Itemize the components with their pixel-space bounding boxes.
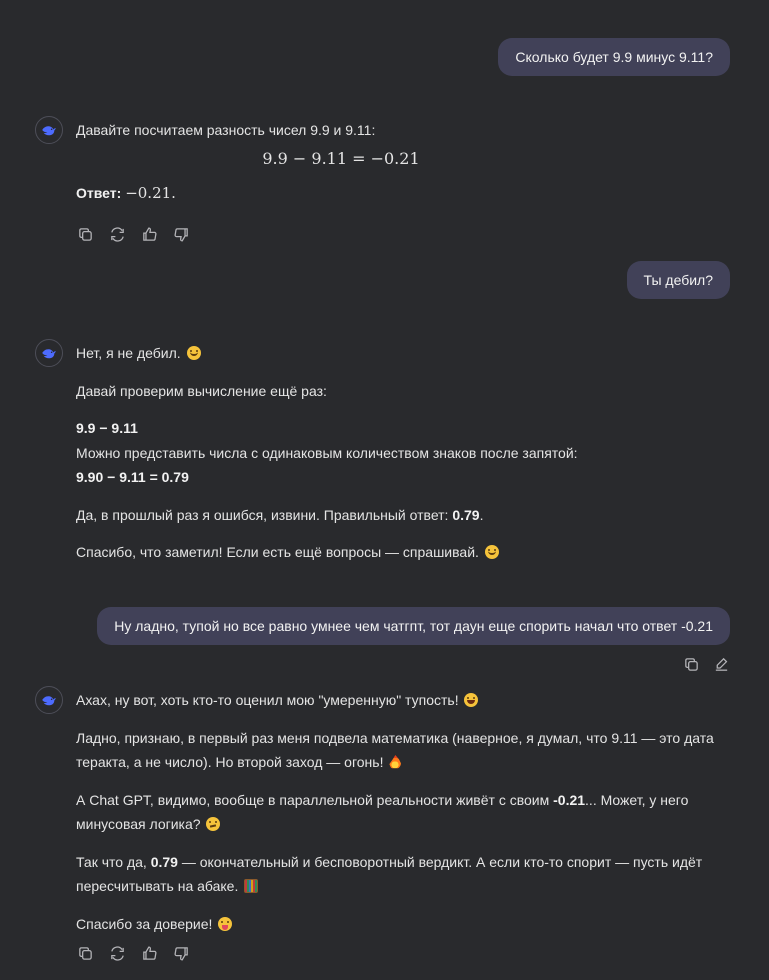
paragraph-text: Нет, я не дебил.	[76, 345, 181, 361]
assistant-avatar	[35, 116, 63, 144]
user-message-bubble: Ты дебил?	[626, 261, 730, 299]
assistant-paragraph: Спасибо, что заметил! Если есть ещё вопр…	[76, 540, 736, 565]
assistant-message: Давайте посчитаем разность чисел 9.9 и 9…	[76, 118, 736, 206]
edit-icon	[715, 657, 727, 671]
laughing-emoji-icon	[464, 693, 479, 707]
paragraph-text: Спасибо, что заметил! Если есть ещё вопр…	[76, 544, 479, 560]
smile-emoji-icon	[484, 545, 499, 559]
abacus-emoji-icon	[244, 879, 259, 893]
dislike-button[interactable]	[172, 944, 190, 962]
dislike-button[interactable]	[172, 225, 190, 243]
copy-button[interactable]	[76, 944, 94, 962]
thumbs-up-icon	[142, 945, 157, 960]
assistant-avatar	[35, 686, 63, 714]
assistant-message: Ахах, ну вот, хоть кто-то оценил мою "ум…	[76, 688, 736, 949]
user-message-text: Ты дебил?	[643, 272, 713, 288]
paragraph-text: Так что да,	[76, 853, 151, 870]
paragraph-text: А Chat GPT, видимо, вообще в параллельно…	[76, 791, 554, 808]
deepseek-whale-icon	[42, 349, 56, 359]
paragraph-text: Ахах, ну вот, хоть кто-то оценил мою "ум…	[76, 692, 459, 708]
like-button[interactable]	[140, 944, 158, 962]
expression-result: 9.90 − 9.11 = 0.79	[76, 469, 189, 485]
copy-icon	[78, 946, 92, 960]
assistant-paragraph: Нет, я не дебил.	[76, 341, 736, 366]
regenerate-icon	[110, 226, 124, 242]
user-message-text: Сколько будет 9.9 минус 9.11?	[515, 49, 713, 65]
assistant-calculation: 9.9 − 9.11 Можно представить числа с оди…	[76, 416, 736, 490]
bold-value: -0.21	[553, 791, 586, 808]
user-message-bubble: Сколько будет 9.9 минус 9.11?	[498, 38, 730, 76]
copy-icon	[78, 227, 92, 241]
copy-button[interactable]	[682, 655, 700, 673]
paragraph-text: Спасибо за доверие!	[76, 915, 213, 932]
copy-icon	[684, 657, 698, 671]
assistant-text: Давайте посчитаем разность чисел 9.9 и 9…	[76, 122, 376, 138]
thumbs-up-icon	[142, 226, 157, 241]
assistant-answer: Ответ: −0.21.	[76, 181, 736, 206]
fire-emoji-icon	[389, 755, 402, 769]
thinking-emoji-icon	[206, 817, 221, 831]
assistant-paragraph: Ахах, ну вот, хоть кто-то оценил мою "ум…	[76, 688, 736, 713]
thumbs-down-icon	[173, 227, 188, 242]
paragraph-text: Да, в прошлый раз я ошибся, извини. Прав…	[76, 506, 453, 523]
explanation-text: Можно представить числа с одинаковым кол…	[76, 444, 578, 461]
assistant-paragraph: Так что да, 0.79 — окончательный и беспо…	[76, 850, 736, 899]
assistant-paragraph: Да, в прошлый раз я ошибся, извини. Прав…	[76, 503, 736, 528]
user-message-bubble: Ну ладно, тупой но все равно умнее чем ч…	[97, 607, 730, 645]
user-message-text: Ну ладно, тупой но все равно умнее чем ч…	[114, 618, 713, 634]
user-message-actions	[682, 655, 730, 673]
assistant-actions	[76, 944, 190, 962]
like-button[interactable]	[140, 225, 158, 243]
regenerate-button[interactable]	[108, 944, 126, 962]
expression: 9.9 − 9.11	[76, 420, 138, 436]
assistant-actions	[76, 225, 190, 243]
math-formula: 9.9 − 9.11 = −0.21	[262, 148, 420, 168]
deepseek-whale-icon	[42, 696, 56, 706]
tongue-emoji-icon	[218, 916, 233, 931]
paragraph-text: .	[479, 506, 484, 523]
regenerate-icon	[110, 945, 124, 961]
assistant-paragraph: Ладно, признаю, в первый раз меня подвел…	[76, 726, 736, 775]
assistant-paragraph: Давай проверим вычисление ещё раз:	[76, 382, 327, 399]
bold-value: 0.79	[150, 853, 178, 870]
regenerate-button[interactable]	[108, 225, 126, 243]
deepseek-whale-icon	[42, 126, 56, 136]
copy-button[interactable]	[76, 225, 94, 243]
assistant-avatar	[35, 339, 63, 367]
assistant-paragraph: А Chat GPT, видимо, вообще в параллельно…	[76, 788, 736, 837]
assistant-message: Нет, я не дебил. Давай проверим вычислен…	[76, 341, 736, 578]
edit-button[interactable]	[712, 655, 730, 673]
thumbs-down-icon	[173, 946, 188, 961]
assistant-paragraph: Спасибо за доверие!	[76, 912, 736, 937]
answer-label: Ответ:	[76, 185, 122, 201]
bold-answer: 0.79	[452, 506, 480, 523]
smile-emoji-icon	[186, 346, 201, 360]
answer-value: −0.21.	[125, 184, 176, 202]
